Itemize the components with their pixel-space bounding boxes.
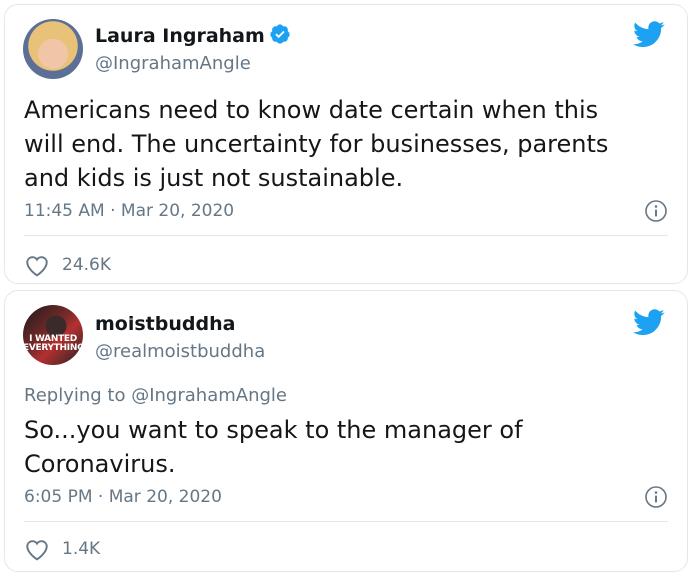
like-button[interactable]: 1.4K	[24, 537, 100, 561]
info-icon[interactable]	[644, 199, 668, 227]
tweet-text: So...you want to speak to the manager of…	[24, 416, 523, 478]
tweet-timestamp[interactable]: 6:05 PM · Mar 20, 2020	[24, 487, 222, 507]
author-handle[interactable]: @realmoistbuddha	[95, 341, 265, 362]
tweet-time: 11:45 AM	[24, 201, 105, 221]
avatar-text: I WANTED EVERYTHING	[23, 334, 83, 353]
author-name[interactable]: moistbuddha	[95, 313, 235, 335]
replying-to: Replying to @IngrahamAngle	[24, 385, 287, 406]
divider	[24, 235, 668, 236]
replying-mention[interactable]: @IngrahamAngle	[131, 385, 287, 406]
twitter-bird-icon[interactable]	[633, 21, 665, 52]
meta-separator: ·	[110, 201, 116, 221]
tweet-date: Mar 20, 2020	[120, 201, 235, 221]
divider	[24, 521, 668, 522]
avatar[interactable]: I WANTED EVERYTHING	[23, 305, 83, 365]
info-icon[interactable]	[644, 485, 668, 513]
author-name[interactable]: Laura Ingraham	[95, 23, 291, 50]
heart-icon	[26, 540, 48, 561]
tweet-timestamp[interactable]: 11:45 AM · Mar 20, 2020	[24, 201, 234, 221]
like-count: 1.4K	[62, 539, 101, 559]
replying-prefix: Replying to	[24, 385, 126, 406]
tweet-card-ingraham[interactable]: Laura Ingraham @IngrahamAngle Americans …	[4, 4, 688, 284]
tweet-card-moistbuddha[interactable]: I WANTED EVERYTHING moistbuddha @realmoi…	[4, 290, 688, 572]
tweet-text: Americans need to know date certain when…	[24, 96, 609, 192]
meta-separator: ·	[97, 487, 104, 507]
verified-badge-icon	[269, 23, 291, 50]
tweet-date: Mar 20, 2020	[108, 487, 222, 507]
like-button[interactable]: 24.6K	[24, 253, 111, 277]
heart-icon	[26, 256, 48, 277]
like-count: 24.6K	[62, 255, 111, 275]
tweet-time: 6:05 PM	[24, 487, 93, 507]
author-handle[interactable]: @IngrahamAngle	[95, 53, 251, 74]
twitter-bird-icon[interactable]	[633, 309, 665, 340]
avatar[interactable]	[23, 19, 83, 79]
